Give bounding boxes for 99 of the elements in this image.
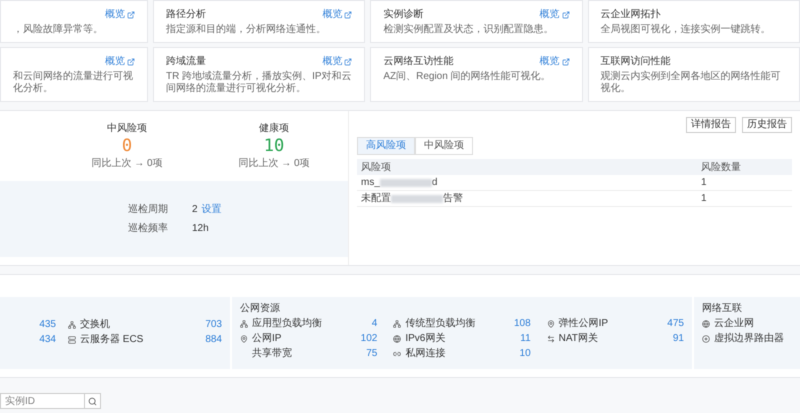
search-button[interactable] (85, 393, 101, 409)
report-button[interactable]: 历史报告 (742, 117, 792, 133)
resource-label[interactable]: 私网连接 (405, 346, 446, 361)
resource-label[interactable]: 云服务器 ECS (80, 332, 144, 347)
resource-count[interactable]: 884 (205, 332, 222, 347)
stat-value: 0 (122, 136, 132, 156)
table-cell-text: 1 (701, 192, 707, 206)
group-title: 网络互联 (702, 302, 743, 316)
card-title: 实例诊断 (383, 8, 424, 22)
redacted-block (391, 194, 443, 202)
card-description: ，风险故障异常等。 (13, 24, 104, 36)
search-field[interactable]: 实例ID (0, 393, 85, 409)
network-icon (240, 320, 248, 328)
card-title: 路径分析 (166, 8, 206, 22)
external-link-icon (127, 10, 135, 18)
risk-tab[interactable]: 高风险项 (357, 137, 415, 155)
resource-count[interactable]: 75 (366, 346, 378, 361)
resource-label[interactable]: 共享带宽 (252, 346, 292, 361)
feature-card[interactable]: 路径分析 概览 指定源和目的端，分析网络连通性。 (153, 0, 366, 43)
feature-card[interactable]: 跨域流量 概览 TR 跨地域流量分析，播放实例、IP对和云间网络的流量进行可视化分析。 (153, 47, 366, 102)
external-link-icon (344, 10, 352, 18)
card-description: 检测实例配置及状态，识别配置隐患。 (383, 24, 554, 36)
resource-count[interactable]: 4 (372, 316, 378, 331)
report-button[interactable]: 详情报告 (686, 117, 736, 133)
table-cell-text: 告警 (443, 192, 463, 206)
arrows-icon (546, 334, 555, 342)
feature-card[interactable]: 云网络互访性能 概览 AZ间、Region 间的网络性能可视化。 (370, 47, 583, 102)
setting-value: 2 (192, 203, 198, 217)
resource-label[interactable]: NAT网关 (558, 331, 598, 346)
pin-icon (546, 320, 555, 328)
overview-link[interactable]: 概览 (105, 54, 135, 69)
external-link-icon (562, 10, 570, 18)
feature-card[interactable]: 概览 和云间网络的流量进行可视化分析。 (0, 47, 148, 102)
feature-card[interactable]: 概览 ，风险故障异常等。 (0, 0, 148, 43)
resource-count[interactable]: 475 (667, 316, 684, 331)
resource-count[interactable]: 102 (360, 331, 378, 346)
card-title: 云企业网拓扑 (600, 8, 661, 22)
resource-label[interactable]: 虚拟边界路由器 (714, 331, 784, 346)
stat-comparison: 同比上次 → 0项 (91, 156, 163, 171)
table-cell-text: d (432, 176, 438, 190)
globe-icon (393, 334, 402, 342)
risk-tab[interactable]: 中风险项 (415, 137, 473, 155)
link-icon (393, 350, 402, 358)
overview-link[interactable]: 概览 (540, 54, 570, 69)
pin-icon (240, 334, 248, 342)
server-icon (68, 336, 76, 344)
stat-comparison: 同比上次 → 0项 (238, 156, 310, 171)
stat-value: 10 (264, 136, 284, 156)
resource-count[interactable]: 108 (514, 316, 531, 331)
resource-label[interactable]: 传统型负载均衡 (405, 316, 476, 331)
setting-label: 巡检周期 (128, 202, 169, 217)
external-link-icon (344, 58, 352, 66)
resource-label[interactable]: 应用型负载均衡 (252, 316, 322, 331)
table-cell-text: 未配置 (361, 192, 391, 206)
resource-count[interactable]: 91 (672, 331, 684, 346)
feature-card[interactable]: 互联网访问性能 观测云内实例到全网各地区的网络性能可视化。 (588, 47, 800, 102)
stat-label: 中风险项 (107, 122, 147, 136)
resource-label[interactable]: 弹性公网IP (558, 316, 608, 331)
redacted-block (380, 178, 432, 186)
feature-card[interactable]: 云企业网拓扑 全局视图可视化，连接实例一键跳转。 (588, 0, 800, 43)
resource-label[interactable]: 公网IP (252, 331, 282, 346)
resource-count[interactable]: 11 (520, 331, 531, 346)
overview-link[interactable]: 概览 (105, 7, 135, 22)
setting-value: 12h (192, 222, 209, 236)
search-icon (88, 396, 97, 406)
stat-label: 健康项 (259, 122, 289, 136)
card-title: 云网络互访性能 (383, 54, 454, 69)
resource-count[interactable]: 434 (39, 332, 56, 347)
resource-count[interactable]: 435 (39, 317, 56, 332)
card-description: 全局视图可视化，连接实例一键跳转。 (600, 24, 772, 36)
resource-count[interactable]: 703 (205, 317, 222, 332)
plus-circle-icon (702, 334, 710, 342)
overview-link[interactable]: 概览 (540, 7, 570, 22)
external-link-icon (127, 58, 135, 66)
table-cell-text: ms_ (361, 176, 380, 190)
overview-link[interactable]: 概览 (322, 54, 352, 69)
feature-card[interactable]: 实例诊断 概览 检测实例配置及状态，识别配置隐患。 (370, 0, 583, 43)
card-description: 观测云内实例到全网各地区的网络性能可视化。 (600, 71, 782, 95)
external-link-icon (562, 58, 570, 66)
resource-label[interactable]: 交换机 (80, 317, 110, 332)
card-description: AZ间、Region 间的网络性能可视化。 (383, 71, 552, 83)
resource-label[interactable]: 云企业网 (714, 316, 754, 331)
globe-icon (702, 320, 710, 328)
network-icon (393, 320, 402, 328)
table-cell-text: 1 (701, 176, 707, 190)
column-header: 风险数量 (701, 160, 741, 174)
card-description: TR 跨地域流量分析，播放实例、IP对和云间网络的流量进行可视化分析。 (166, 71, 352, 95)
card-description: 和云间网络的流量进行可视化分析。 (13, 71, 134, 95)
setting-label: 巡检频率 (128, 222, 169, 236)
card-title: 互联网访问性能 (600, 54, 671, 69)
card-description: 指定源和目的端，分析网络连通性。 (166, 24, 327, 36)
overview-link[interactable]: 概览 (322, 7, 352, 22)
resource-count[interactable]: 10 (520, 346, 531, 361)
network-icon (68, 320, 76, 328)
settings-link[interactable]: 设置 (202, 202, 222, 217)
column-header: 风险项 (361, 160, 392, 174)
resource-label[interactable]: IPv6网关 (405, 331, 446, 346)
card-title: 跨域流量 (166, 54, 206, 69)
group-title: 公网资源 (240, 302, 281, 316)
